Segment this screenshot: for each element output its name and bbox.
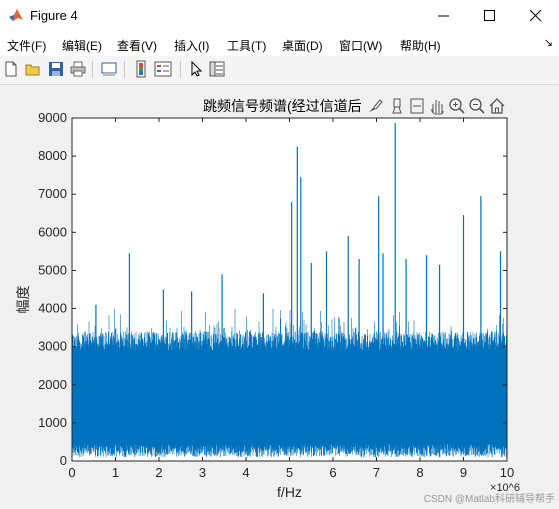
insert-colorbar-icon[interactable] [132,60,150,78]
window-title: Figure 4 [30,8,78,23]
watermark: CSDN @Matlab科研辅导帮手 [423,494,555,505]
y-tick-label: 1000 [38,415,67,430]
x-tick-label: 0 [68,465,75,480]
menu-tools[interactable]: 工具(T) [227,37,266,54]
edit-plot-pointer-icon[interactable] [187,60,205,78]
chart-title: 跳频信号频谱(经过信道后 [203,98,362,114]
x-tick-label: 3 [199,465,206,480]
data-tips-icon[interactable] [388,97,406,115]
menu-edit[interactable]: 编辑(E) [62,37,102,54]
home-icon[interactable] [488,97,506,115]
toolbar-separator [180,61,181,78]
open-file-icon[interactable] [24,60,42,78]
x-tick-label: 5 [286,465,293,480]
menu-overflow-icon[interactable]: ↘ [544,36,553,49]
y-tick-label: 2000 [38,377,67,392]
x-axis-label: f/Hz [277,484,302,500]
x-tick-label: 9 [460,465,467,480]
x-tick-label: 6 [329,465,336,480]
y-axis-label: 幅度 [16,286,32,314]
menu-view[interactable]: 查看(V) [117,37,157,54]
new-figure-icon[interactable] [2,60,20,78]
axes-toolbar [366,95,508,117]
pan-icon[interactable] [428,97,446,115]
y-tick-label: 9000 [38,110,67,125]
y-tick-label: 8000 [38,148,67,163]
print-icon[interactable] [69,60,87,78]
x-tick-label: 7 [373,465,380,480]
minimize-icon [438,15,449,17]
menu-file[interactable]: 文件(F) [7,37,46,54]
menu-help[interactable]: 帮助(H) [400,37,441,54]
export-icon[interactable] [408,97,426,115]
x-tick-label: 10 [500,465,514,480]
close-icon [530,10,542,22]
zoom-out-icon[interactable] [468,97,486,115]
toolbar-separator [92,61,93,78]
y-tick-label: 3000 [38,339,67,354]
menu-bar: 文件(F) 编辑(E) 查看(V) 插入(I) 工具(T) 桌面(D) 窗口(W… [0,31,559,56]
x-tick-label: 1 [112,465,119,480]
save-icon[interactable] [47,60,65,78]
matlab-icon [9,9,23,21]
y-tick-label: 5000 [38,262,67,277]
link-plot-icon[interactable] [100,60,118,78]
figure-canvas: 0 1 2 3 4 5 6 7 8 9 10 0 1000 2000 3000 4000 5000 6000 700… [0,85,559,509]
figure-toolbar [0,56,559,85]
minimize-button[interactable] [421,0,467,31]
x-tick-label: 4 [242,465,249,480]
zoom-in-icon[interactable] [448,97,466,115]
maximize-button[interactable] [467,0,513,31]
menu-window[interactable]: 窗口(W) [339,37,382,54]
property-inspector-icon[interactable] [208,60,226,78]
toolbar-separator [124,61,125,78]
insert-legend-icon[interactable] [154,60,172,78]
y-tick-label: 7000 [38,186,67,201]
y-tick-label: 6000 [38,224,67,239]
maximize-icon [484,10,495,21]
x-tick-label: 8 [416,465,423,480]
y-tick-label: 0 [60,453,67,468]
menu-insert[interactable]: 插入(I) [174,37,209,54]
title-bar: Figure 4 [0,0,559,31]
x-tick-label: 2 [155,465,162,480]
close-button[interactable] [513,0,559,31]
spectrum-chart: 0 1 2 3 4 5 6 7 8 9 10 0 1000 2000 3000 4000 5000 6000 700… [16,110,520,500]
y-tick-label: 4000 [38,301,67,316]
brush-icon[interactable] [366,97,384,115]
menu-desktop[interactable]: 桌面(D) [282,37,323,54]
